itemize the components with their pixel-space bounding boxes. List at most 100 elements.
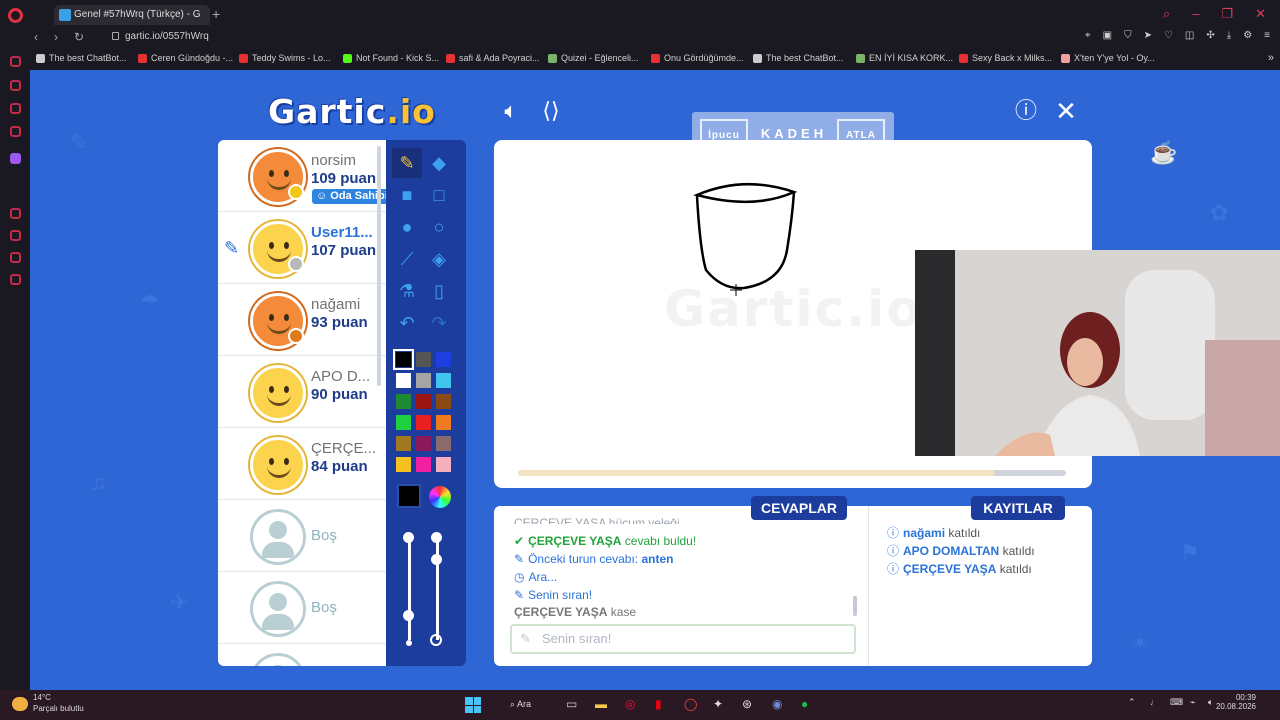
bookmarks-icon[interactable] — [10, 208, 21, 219]
color-swatch[interactable] — [436, 436, 451, 451]
slider-knob[interactable] — [431, 532, 442, 543]
eraser-tool-icon[interactable]: ◆ — [424, 148, 454, 178]
eyedropper-tool-icon[interactable]: ⚗ — [392, 276, 422, 306]
players-scrollbar[interactable] — [377, 146, 381, 386]
undo-tool-icon[interactable]: ↶ — [392, 308, 422, 338]
shield-icon[interactable]: ⛉ — [1124, 30, 1132, 41]
heart-icon[interactable]: ♡ — [1164, 30, 1173, 41]
history-icon[interactable] — [10, 230, 21, 241]
messenger-icon[interactable] — [10, 56, 21, 67]
color-swatch[interactable] — [416, 352, 431, 367]
bookmark-item[interactable]: The best ChatBot... — [753, 53, 844, 63]
task-view-icon[interactable]: ▭ — [566, 697, 577, 711]
send-icon[interactable]: ➤ — [1144, 30, 1152, 41]
slider-knob[interactable] — [431, 554, 442, 565]
bookmark-item[interactable]: Sexy Back x Milks... — [959, 53, 1052, 63]
url-field[interactable]: gartic.io/0557hWrq — [112, 31, 209, 42]
download-icon[interactable]: ⤓ — [1227, 30, 1231, 41]
back-icon[interactable]: ‹ — [34, 30, 38, 44]
maximize-button[interactable]: ❐ — [1221, 6, 1233, 22]
spotify-icon[interactable]: ● — [801, 697, 808, 711]
color-swatch[interactable] — [396, 373, 411, 388]
search-tabs-icon[interactable]: ⌕ — [1163, 6, 1170, 22]
bookmark-item[interactable]: Not Found - Kick S... — [343, 53, 439, 63]
network-icon[interactable]: ⌁ — [1190, 697, 1195, 708]
player-row[interactable]: ÇERÇE... 84 puan — [218, 428, 386, 500]
color-swatch[interactable] — [436, 352, 451, 367]
answer-input[interactable]: ✎ Senin sıran! — [510, 624, 856, 654]
bookmark-item[interactable]: Quizei - Eğlenceli... — [548, 53, 639, 63]
color-swatch[interactable] — [416, 436, 431, 451]
bookmark-item[interactable]: The best ChatBot... — [36, 53, 127, 63]
minimize-button[interactable]: – — [1192, 6, 1199, 22]
color-swatch[interactable] — [393, 349, 414, 370]
line-tool-icon[interactable]: ⟋ — [392, 244, 422, 274]
opera-app-icon[interactable]: ◯ — [684, 697, 697, 711]
browser-tab[interactable]: Genel #57hWrq (Türkçe) - G — [54, 5, 210, 25]
bookmark-item[interactable]: Ceren Gündoğdu -... — [138, 53, 233, 63]
color-wheel-icon[interactable] — [429, 486, 451, 508]
player-row[interactable]: norsim 109 puan ☺ Oda Sahibi — [218, 140, 386, 212]
snapshot-icon[interactable]: ▣ — [1103, 30, 1112, 41]
close-window-button[interactable]: ✕ — [1255, 6, 1266, 22]
instagram-icon[interactable] — [10, 103, 21, 114]
color-swatch[interactable] — [416, 415, 431, 430]
weather-icon[interactable] — [12, 697, 28, 711]
color-swatch[interactable] — [416, 457, 431, 472]
music-icon[interactable] — [10, 126, 21, 137]
answers-scrollbar[interactable] — [853, 596, 857, 616]
bookmark-item[interactable]: Teddy Swims - Lo... — [239, 53, 331, 63]
microphone-icon[interactable]: ♩ — [1150, 697, 1159, 707]
opera-logo-icon[interactable] — [8, 8, 23, 23]
color-swatch[interactable] — [416, 394, 431, 409]
fill-tool-icon[interactable]: ◈ — [424, 244, 454, 274]
player-row[interactable]: ✎ User11... 107 puan — [218, 212, 386, 284]
circle-tool-icon[interactable]: ○ — [424, 212, 454, 242]
brush-size-slider[interactable] — [408, 540, 411, 640]
color-swatch[interactable] — [436, 373, 451, 388]
tray-overflow-icon[interactable]: ⌃ — [1128, 697, 1136, 708]
bookmarks-overflow-icon[interactable]: » — [1268, 52, 1274, 64]
puzzle-icon[interactable]: ✣ — [1206, 30, 1214, 41]
close-game-icon[interactable]: ✕ — [1053, 98, 1079, 124]
camera-icon[interactable]: ◫ — [1185, 30, 1194, 41]
color-swatch[interactable] — [436, 394, 451, 409]
discord-icon[interactable]: ◉ — [772, 697, 782, 711]
rect-tool-icon[interactable]: □ — [424, 180, 454, 210]
menu-icon[interactable]: ≡ — [1264, 30, 1270, 41]
forward-icon[interactable]: › — [54, 30, 58, 44]
opera-gx-app-icon[interactable]: ▮ — [655, 697, 662, 711]
color-swatch[interactable] — [396, 436, 411, 451]
logs-tab[interactable]: KAYITLAR — [971, 496, 1065, 520]
twitch-icon[interactable] — [10, 153, 21, 164]
slider-knob[interactable] — [403, 532, 414, 543]
reload-icon[interactable]: ↻ — [74, 30, 84, 44]
color-swatch[interactable] — [396, 415, 411, 430]
filled-circle-tool-icon[interactable]: ● — [392, 212, 422, 242]
bookmark-item[interactable]: Onu Gördüğümde... — [651, 53, 744, 63]
clock[interactable]: 00:39 20.08.2026 — [1216, 693, 1256, 711]
pin-icon[interactable]: ⌖ — [1085, 30, 1091, 41]
bookmark-item[interactable]: X'ten Y'ye Yol - Oy... — [1061, 53, 1155, 63]
color-swatch[interactable] — [396, 457, 411, 472]
sound-icon[interactable]: 🔈︎ — [498, 98, 524, 124]
new-tab-button[interactable]: + — [212, 5, 220, 23]
extensions-icon[interactable] — [10, 252, 21, 263]
instagram-app-icon[interactable]: ◎ — [625, 697, 635, 711]
gartic-logo[interactable]: Gartic.io — [268, 92, 436, 131]
slider-knob[interactable] — [403, 610, 414, 621]
settings-icon[interactable] — [10, 274, 21, 285]
filled-rect-tool-icon[interactable]: ■ — [392, 180, 422, 210]
app-icon[interactable]: ✦ — [713, 697, 723, 711]
bookmark-item[interactable]: safi & Ada Poyraci... — [446, 53, 540, 63]
keyboard-icon[interactable]: ⌨ — [1170, 697, 1183, 708]
ai-icon[interactable]: ⚙ — [1243, 30, 1252, 41]
file-explorer-icon[interactable]: ▬ — [595, 697, 607, 711]
taskbar-search[interactable]: ⌕ Ara — [510, 699, 531, 710]
redo-tool-icon[interactable]: ↷ — [424, 308, 454, 338]
share-icon[interactable]: ⟨⟩ — [538, 98, 564, 124]
color-swatch[interactable] — [396, 394, 411, 409]
player-row[interactable]: APO D... 90 puan — [218, 356, 386, 428]
whatsapp-icon[interactable] — [10, 80, 21, 91]
volume-icon[interactable]: 🔈︎ — [1208, 697, 1213, 708]
